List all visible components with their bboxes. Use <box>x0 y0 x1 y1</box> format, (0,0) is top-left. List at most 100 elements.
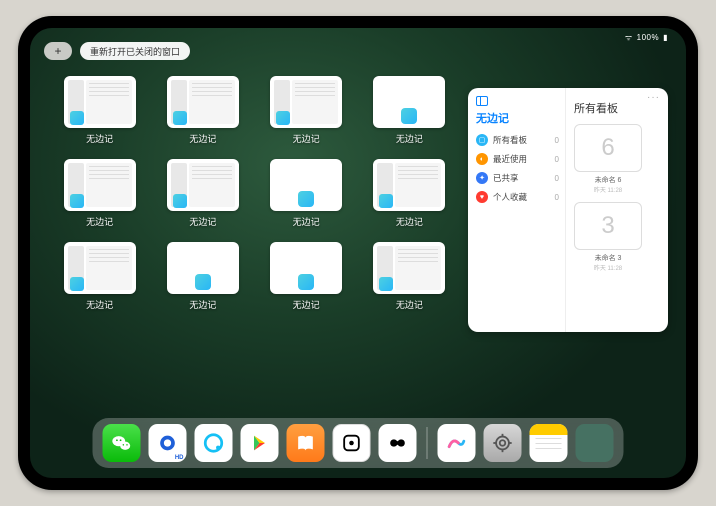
board-title: 未命名 3 <box>574 253 642 263</box>
dock-recent-folder[interactable] <box>576 424 614 462</box>
new-window-button[interactable]: + <box>44 42 72 60</box>
dock-app-play[interactable] <box>241 424 279 462</box>
board-subtitle: 昨天 11:28 <box>574 185 642 194</box>
sidebar-item-label: 个人收藏 <box>493 191 550 203</box>
category-icon: ♥ <box>476 191 488 203</box>
window-tile[interactable]: 无边记 <box>165 159 240 228</box>
dock: HD <box>93 418 624 468</box>
books-icon <box>295 432 317 454</box>
sidebar-toggle-icon[interactable] <box>476 96 488 106</box>
window-thumbnail <box>373 242 445 294</box>
window-tile-label: 无边记 <box>189 215 216 228</box>
gear-icon <box>492 432 514 454</box>
dock-app-dice[interactable] <box>333 424 371 462</box>
ipad-screen: ᯤ 100% ▮ + 重新打开已关闭的窗口 无边记无边记无边记无边记无边记无边记… <box>30 28 686 478</box>
window-tile-label: 无边记 <box>189 298 216 311</box>
sidebar-item[interactable]: ◐ 最近使用 0 <box>476 153 559 165</box>
dock-app-qqhd[interactable]: HD <box>149 424 187 462</box>
sidebar-item-count: 0 <box>555 193 559 202</box>
dock-app-freeform[interactable] <box>438 424 476 462</box>
window-tile-label: 无边记 <box>86 132 113 145</box>
play-icon <box>249 432 271 454</box>
battery-label: 100% <box>637 33 659 42</box>
sidebar-item-label: 已共享 <box>493 172 550 184</box>
window-grid: 无边记无边记无边记无边记无边记无边记无边记无边记无边记无边记无边记无边记 <box>62 76 447 311</box>
window-tile-label: 无边记 <box>293 132 320 145</box>
wifi-icon: ᯤ <box>625 32 633 43</box>
plus-icon: + <box>54 44 61 58</box>
battery-icon: ▮ <box>663 33 668 42</box>
window-tile[interactable]: 无边记 <box>269 76 344 145</box>
reopen-closed-window-button[interactable]: 重新打开已关闭的窗口 <box>80 42 190 60</box>
sidebar-item-count: 0 <box>555 155 559 164</box>
category-icon: ▢ <box>476 134 488 146</box>
window-tile[interactable]: 无边记 <box>269 242 344 311</box>
window-tile-label: 无边记 <box>86 215 113 228</box>
more-button[interactable]: ··· <box>647 92 660 103</box>
panel-left-title: 无边记 <box>476 110 559 126</box>
category-icon: ✦ <box>476 172 488 184</box>
dock-app-books[interactable] <box>287 424 325 462</box>
window-thumbnail <box>373 159 445 211</box>
window-thumbnail <box>270 242 342 294</box>
board-card[interactable]: 3未命名 3昨天 11:28 <box>574 202 642 272</box>
sidebar-item[interactable]: ♥ 个人收藏 0 <box>476 191 559 203</box>
ipad-device: ᯤ 100% ▮ + 重新打开已关闭的窗口 无边记无边记无边记无边记无边记无边记… <box>18 16 698 490</box>
category-icon: ◐ <box>476 153 488 165</box>
qq-icon <box>203 432 225 454</box>
window-tile-label: 无边记 <box>396 215 423 228</box>
controller-icon <box>387 432 409 454</box>
window-thumbnail <box>270 159 342 211</box>
dock-app-notes[interactable] <box>530 424 568 462</box>
window-thumbnail <box>64 76 136 128</box>
top-controls: + 重新打开已关闭的窗口 <box>44 42 190 60</box>
freeform-panel: 无边记 ▢ 所有看板 0 ◐ 最近使用 0 ✦ 已共享 0 ♥ 个人收藏 0 ··· 所有看板 6 未命… <box>468 88 668 332</box>
dock-app-controller[interactable] <box>379 424 417 462</box>
window-tile[interactable]: 无边记 <box>372 242 447 311</box>
freeform-icon <box>446 432 468 454</box>
hd-badge: HD <box>175 455 184 461</box>
dice-icon <box>341 432 363 454</box>
board-title: 未命名 6 <box>574 175 642 185</box>
board-card[interactable]: 6 未命名 6昨天 11:28 <box>574 124 642 194</box>
window-tile[interactable]: 无边记 <box>269 159 344 228</box>
dock-app-qq[interactable] <box>195 424 233 462</box>
panel-content: ··· 所有看板 6未命名 6昨天 11:283未命名 3昨天 11:28 <box>566 88 668 332</box>
window-thumbnail <box>270 76 342 128</box>
reopen-label: 重新打开已关闭的窗口 <box>90 45 180 58</box>
window-thumbnail <box>373 76 445 128</box>
sidebar-item[interactable]: ▢ 所有看板 0 <box>476 134 559 146</box>
window-tile[interactable]: 无边记 <box>165 76 240 145</box>
window-thumbnail <box>167 242 239 294</box>
window-tile[interactable]: 无边记 <box>165 242 240 311</box>
window-thumbnail <box>167 76 239 128</box>
qq-icon <box>157 432 179 454</box>
window-thumbnail <box>167 159 239 211</box>
window-tile-label: 无边记 <box>396 132 423 145</box>
window-tile-label: 无边记 <box>293 215 320 228</box>
sidebar-item-label: 所有看板 <box>493 134 550 146</box>
window-tile[interactable]: 无边记 <box>62 159 137 228</box>
window-tile[interactable]: 无边记 <box>372 76 447 145</box>
window-tile[interactable]: 无边记 <box>62 242 137 311</box>
panel-sidebar: 无边记 ▢ 所有看板 0 ◐ 最近使用 0 ✦ 已共享 0 ♥ 个人收藏 0 <box>468 88 566 332</box>
notes-header <box>530 424 568 435</box>
sidebar-item-label: 最近使用 <box>493 153 550 165</box>
board-subtitle: 昨天 11:28 <box>574 263 642 272</box>
dock-divider <box>427 427 428 459</box>
window-tile[interactable]: 无边记 <box>372 159 447 228</box>
notes-lines <box>536 438 562 439</box>
window-tile-label: 无边记 <box>86 298 113 311</box>
dock-app-settings[interactable] <box>484 424 522 462</box>
sidebar-item-count: 0 <box>555 136 559 145</box>
window-tile-label: 无边记 <box>293 298 320 311</box>
window-thumbnail <box>64 159 136 211</box>
sidebar-item[interactable]: ✦ 已共享 0 <box>476 172 559 184</box>
wechat-icon <box>111 432 133 454</box>
window-tile-label: 无边记 <box>189 132 216 145</box>
window-tile[interactable]: 无边记 <box>62 76 137 145</box>
dock-app-wechat[interactable] <box>103 424 141 462</box>
status-bar: ᯤ 100% ▮ <box>625 32 668 43</box>
board-thumbnail: 6 <box>574 124 642 172</box>
sidebar-item-count: 0 <box>555 174 559 183</box>
